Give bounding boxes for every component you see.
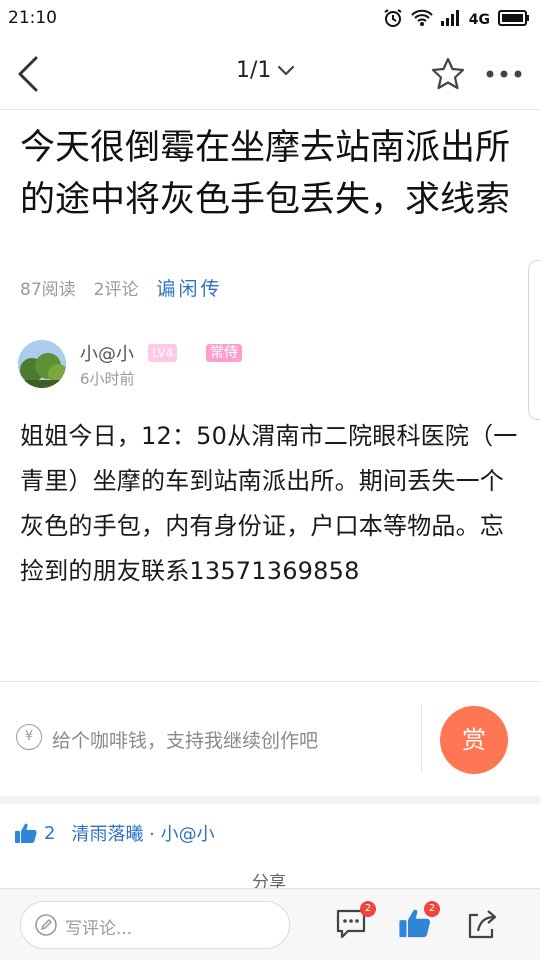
like-count: 2: [44, 822, 56, 844]
likers-list[interactable]: 清雨落曦 · 小@小: [71, 820, 214, 846]
article-meta: 87阅读 2评论 谝闲传: [20, 274, 222, 301]
status-time: 21:10: [8, 8, 57, 28]
comment-count: 2评论: [93, 280, 139, 300]
share-icon: [468, 910, 497, 939]
chevron-down-icon: [278, 65, 295, 76]
pen-icon: [35, 914, 57, 936]
yen-icon: ¥: [16, 724, 42, 750]
comment-input[interactable]: 写评论...: [20, 901, 290, 949]
divider: [421, 704, 422, 772]
signal-icon: [440, 10, 461, 30]
more-button[interactable]: [484, 60, 524, 88]
status-icons: 4G: [383, 8, 530, 32]
comment-badge: 2: [360, 901, 376, 917]
like-button[interactable]: 2: [398, 901, 440, 943]
star-icon: [431, 57, 465, 90]
thumbs-up-icon: [15, 823, 37, 843]
battery-icon: [498, 10, 530, 30]
tip-row: ¥ 给个咖啡钱，支持我继续创作吧 赏: [0, 682, 540, 792]
back-icon: [18, 56, 38, 92]
status-bar: 21:10 4G: [0, 0, 540, 38]
page-indicator[interactable]: 1/1: [236, 58, 295, 83]
reward-button[interactable]: 赏: [440, 706, 508, 774]
author-name[interactable]: 小@小: [80, 340, 134, 366]
level-badge: LV4: [148, 344, 178, 362]
like-badge: 2: [424, 901, 440, 917]
back-button[interactable]: [14, 54, 46, 94]
wifi-icon: [411, 9, 433, 31]
share-button[interactable]: [464, 907, 504, 943]
article-title: 今天很倒霉在坐摩去站南派出所的途中将灰色手包丢失，求线索: [20, 128, 511, 220]
favorite-button[interactable]: [430, 56, 466, 92]
network-type: 4G: [468, 12, 490, 28]
avatar[interactable]: [18, 340, 66, 388]
page-indicator-label: 1/1: [236, 58, 272, 83]
section-gap: [0, 796, 540, 804]
category-link[interactable]: 谝闲传: [156, 274, 222, 301]
tip-text: 给个咖啡钱，支持我继续创作吧: [52, 730, 319, 752]
nav-bar: 1/1: [0, 38, 540, 110]
side-drawer-handle[interactable]: [528, 260, 540, 420]
post-time: 6小时前: [80, 370, 135, 388]
comments-button[interactable]: 2: [334, 901, 376, 943]
read-count: 87阅读: [20, 280, 76, 300]
more-icon: [486, 70, 522, 78]
article-body: 姐姐今日，12：50从渭南市二院眼科医院（一青里）坐摩的车到站南派出所。期间丢失…: [20, 422, 518, 585]
role-badge: 常侍: [206, 344, 242, 362]
alarm-icon: [383, 8, 403, 32]
likes-row: 2 清雨落曦 · 小@小: [14, 820, 215, 846]
bottom-bar: 写评论... 2 2: [0, 888, 540, 960]
comment-placeholder: 写评论...: [65, 919, 133, 939]
author-row: 小@小 LV4 常侍 6小时前: [18, 336, 518, 390]
